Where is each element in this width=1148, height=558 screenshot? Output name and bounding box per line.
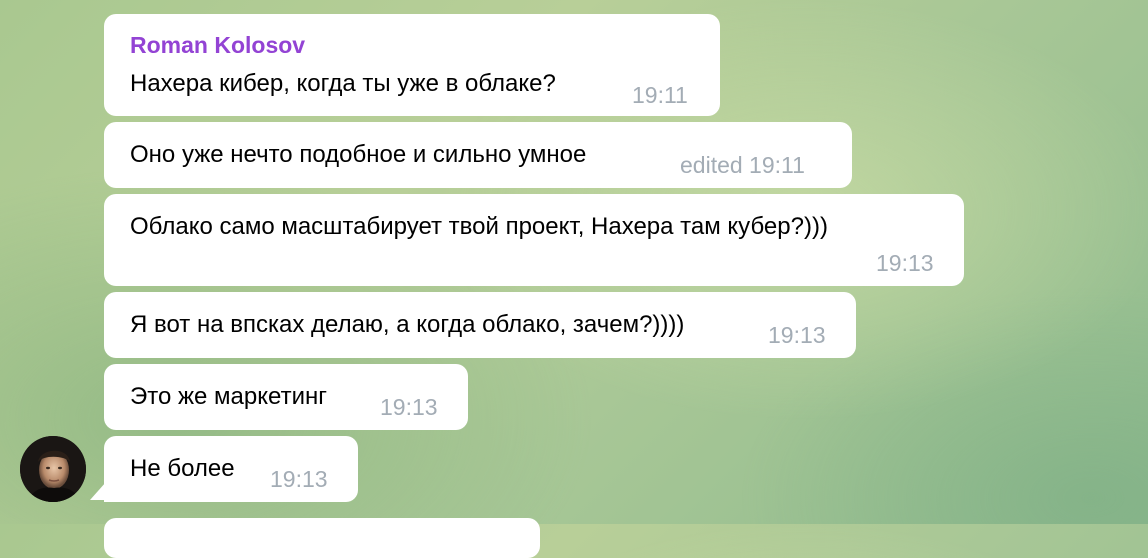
message-time: 19:13 [768,322,826,348]
message-time: 19:13 [876,250,934,276]
message-bubble[interactable]: Это же маркетинг 19:13 [104,364,468,430]
message-bubble[interactable]: Оно уже нечто подобное и сильно умное ed… [104,122,852,188]
user-avatar[interactable] [20,436,86,502]
message-bubble[interactable]: Не более 19:13 [104,436,358,502]
message-text: Я вот на впсках делаю, а когда облако, з… [130,311,685,338]
message-bubble[interactable]: Облако само масштабирует твой проект, На… [104,194,964,286]
user-avatar-photo-icon [20,436,86,502]
message-time: 19:13 [380,394,438,420]
sender-name[interactable]: Roman Kolosov [130,32,305,59]
message-bubble[interactable]: Roman Kolosov Нахера кибер, когда ты уже… [104,14,720,116]
message-bubble-partial[interactable] [104,518,540,558]
message-text: Не более [130,455,235,482]
message-text: Облако само масштабирует твой проект, На… [130,213,828,240]
chat-message-list: Roman Kolosov Нахера кибер, когда ты уже… [0,0,1148,558]
message-time: 19:11 [632,82,688,108]
bubble-tail [90,482,106,500]
message-bubble[interactable]: Я вот на впсках делаю, а когда облако, з… [104,292,856,358]
message-text: Оно уже нечто подобное и сильно умное [130,141,587,168]
message-text: Это же маркетинг [130,383,327,410]
message-time: edited 19:11 [680,152,805,178]
message-text: Нахера кибер, когда ты уже в облаке? [130,70,556,97]
message-time: 19:13 [270,466,328,492]
